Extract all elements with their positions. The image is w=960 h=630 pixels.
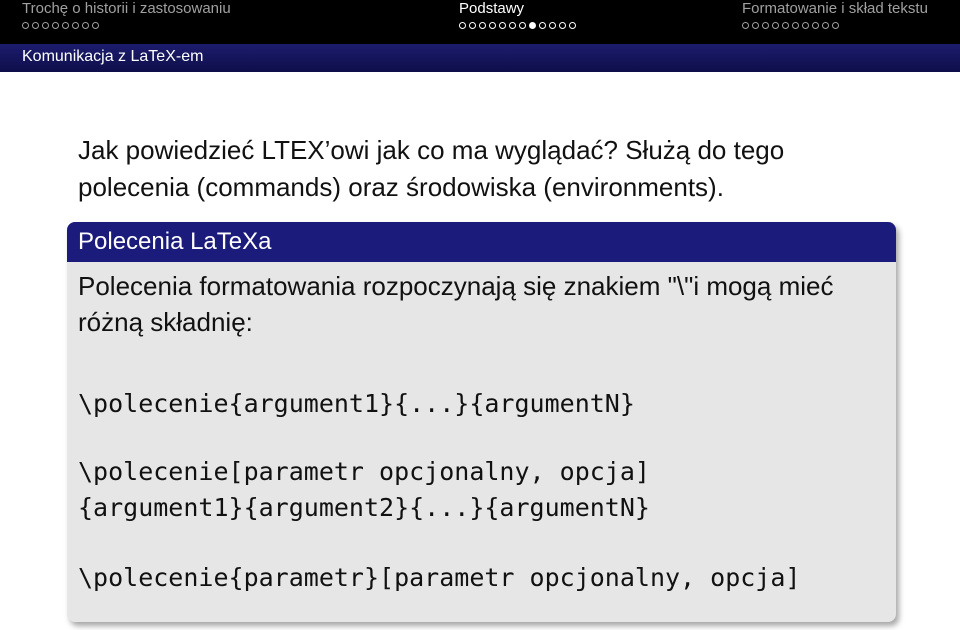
- frame-dot[interactable]: [499, 21, 506, 29]
- frame-dot[interactable]: [469, 21, 476, 29]
- frame-dot[interactable]: [42, 21, 49, 29]
- frame-dot[interactable]: [539, 21, 546, 29]
- frame-dot[interactable]: [529, 21, 536, 29]
- frame-dot[interactable]: [52, 21, 59, 29]
- code-example-1: \polecenie{argument1}{...}{argumentN}: [78, 389, 635, 418]
- subsection-title[interactable]: Komunikacja z LaTeX-em: [22, 48, 203, 66]
- frame-dot[interactable]: [32, 21, 39, 29]
- frame-dot[interactable]: [22, 21, 29, 29]
- code-example-3: \polecenie{parametr}[parametr opcjonalny…: [78, 563, 801, 592]
- section-navigation-bar: Trochę o historii i zastosowaniu Podstaw…: [0, 0, 960, 44]
- frame-dot[interactable]: [822, 21, 829, 29]
- frame-dot[interactable]: [82, 21, 89, 29]
- frame-dot[interactable]: [832, 21, 839, 29]
- nav-section-formatting[interactable]: Formatowanie i skład tekstu: [742, 0, 928, 18]
- frame-dot[interactable]: [782, 21, 789, 29]
- nav-section-basics[interactable]: Podstawy: [459, 0, 524, 18]
- subsection-bar: Komunikacja z LaTeX-em: [0, 44, 960, 72]
- frame-dot[interactable]: [479, 21, 486, 29]
- block-title: Polecenia LaTeXa: [67, 222, 896, 262]
- code-example-2-line-2: {argument1}{argument2}{...}{argumentN}: [78, 493, 650, 522]
- nav-section-basics-frame-dots[interactable]: [459, 19, 576, 31]
- frame-dot[interactable]: [489, 21, 496, 29]
- latex-commands-block: Polecenia LaTeXa Polecenia formatowania …: [67, 222, 896, 622]
- frame-dot[interactable]: [812, 21, 819, 29]
- frame-dot[interactable]: [752, 21, 759, 29]
- block-description: Polecenia formatowania rozpoczynają się …: [78, 271, 834, 337]
- nav-section-formatting-frame-dots[interactable]: [742, 19, 839, 31]
- frame-dot[interactable]: [549, 21, 556, 29]
- frame-dot[interactable]: [559, 21, 566, 29]
- frame-dot[interactable]: [569, 21, 576, 29]
- frame-dot[interactable]: [772, 21, 779, 29]
- frame-dot[interactable]: [802, 21, 809, 29]
- code-example-2-line-1: \polecenie[parametr opcjonalny, opcja]: [78, 457, 650, 486]
- block-body: Polecenia formatowania rozpoczynają się …: [67, 262, 896, 596]
- intro-paragraph: Jak powiedzieć LTEX’owi jak co ma wygląd…: [78, 135, 785, 202]
- frame-dot[interactable]: [762, 21, 769, 29]
- frame-dot[interactable]: [72, 21, 79, 29]
- nav-section-history-frame-dots[interactable]: [22, 19, 99, 31]
- frame-dot[interactable]: [92, 21, 99, 29]
- frame-dot[interactable]: [792, 21, 799, 29]
- frame-dot[interactable]: [509, 21, 516, 29]
- frame-dot[interactable]: [519, 21, 526, 29]
- nav-section-history[interactable]: Trochę o historii i zastosowaniu: [22, 0, 231, 18]
- frame-dot[interactable]: [742, 21, 749, 29]
- frame-dot[interactable]: [459, 21, 466, 29]
- frame-dot[interactable]: [62, 21, 69, 29]
